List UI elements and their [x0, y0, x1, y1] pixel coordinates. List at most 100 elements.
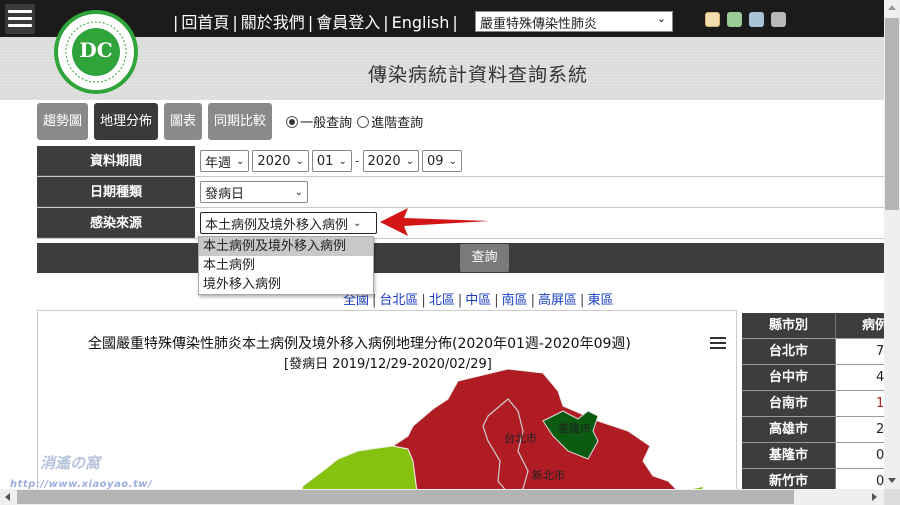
nav-english-link[interactable]: English: [392, 13, 450, 32]
table-cell-city: 高雄市: [742, 417, 836, 442]
disease-select[interactable]: 嚴重特殊傳染性肺炎 ⌄: [475, 11, 673, 32]
chevron-down-icon: ⌄: [448, 155, 457, 167]
menu-line: [8, 24, 32, 27]
table-row: 台南市 1: [742, 391, 884, 417]
end-year-select[interactable]: 2020 ⌄: [362, 150, 420, 172]
scroll-down-arrow-icon[interactable]: [888, 478, 896, 483]
watermark-logo: 消遙の窩: [40, 454, 101, 472]
watermark-url: http://www.xiaoyao.tw/: [10, 479, 153, 489]
scroll-right-arrow-icon[interactable]: [872, 493, 877, 501]
scroll-left-arrow-icon[interactable]: [5, 493, 10, 501]
period-unit-select[interactable]: 年週 ⌄: [200, 150, 250, 172]
theme-swatch-blue[interactable]: [749, 12, 764, 27]
table-cell-city: 基隆市: [742, 443, 836, 468]
theme-swatch-gray[interactable]: [771, 12, 786, 27]
vertical-scroll-thumb[interactable]: [885, 18, 899, 210]
table-cell-city: 台北市: [742, 339, 836, 364]
column-header-cases[interactable]: 病例: [836, 313, 884, 338]
source-option-imported[interactable]: 境外移入病例: [199, 275, 373, 294]
chevron-down-icon: ⌄: [295, 155, 304, 167]
date-type-select[interactable]: 發病日 ⌄: [200, 181, 308, 203]
theme-swatch-green[interactable]: [727, 12, 742, 27]
vertical-scrollbar[interactable]: [884, 0, 900, 489]
query-mode-radio-group: 一般查詢 進階查詢: [286, 112, 423, 131]
view-tabs: 趨勢圖 地理分佈 圖表 同期比較 一般查詢 進階查詢: [37, 103, 423, 140]
top-nav: | 回首頁 | 關於我們 | 會員登入 | English |: [173, 13, 458, 32]
chevron-down-icon: ⌄: [405, 155, 415, 167]
query-button[interactable]: 查詢: [460, 244, 509, 272]
table-header-row: 縣市別 病例: [742, 313, 884, 339]
map-subtitle: [發病日 2019/12/29-2020/02/29]: [284, 357, 492, 372]
chevron-down-icon: ⌄: [353, 217, 362, 229]
tab-geo-distribution[interactable]: 地理分佈: [94, 103, 159, 140]
region-link-east[interactable]: 東區: [587, 293, 613, 308]
nav-home-link[interactable]: 回首頁: [181, 13, 229, 32]
chevron-down-icon: ⌄: [656, 12, 666, 25]
table-cell-cases: 1: [836, 391, 884, 416]
start-year-select[interactable]: 2020 ⌄: [252, 150, 309, 172]
scrollbar-corner: [884, 489, 900, 505]
query-bar: 查詢: [37, 243, 884, 273]
start-week-select[interactable]: 01 ⌄: [311, 150, 352, 172]
nav-about-link[interactable]: 關於我們: [241, 13, 305, 32]
radio-advanced-query[interactable]: [357, 115, 370, 128]
site-title: 傳染病統計資料查詢系統: [368, 64, 589, 86]
region-link-national[interactable]: 全國: [343, 293, 369, 308]
radio-general-query-label[interactable]: 一般查詢: [300, 112, 352, 131]
period-dash: -: [354, 153, 360, 169]
table-row: 台中市 4: [742, 365, 884, 391]
menu-line: [8, 17, 32, 20]
tab-trend[interactable]: 趨勢圖: [37, 103, 89, 140]
source-option-all[interactable]: 本土病例及境外移入病例: [199, 237, 373, 256]
region-link-taipei[interactable]: 台北區: [379, 293, 418, 308]
map-region-taoyuan[interactable]: [298, 445, 418, 489]
red-arrow-annotation-icon: [380, 208, 490, 236]
region-link-north[interactable]: 北區: [429, 293, 455, 308]
source-label: 感染來源: [37, 208, 195, 238]
tab-chart[interactable]: 圖表: [164, 103, 203, 140]
scroll-up-arrow-icon[interactable]: [888, 5, 896, 10]
source-dropdown-list: 本土病例及境外移入病例 本土病例 境外移入病例: [198, 236, 374, 295]
cdc-logo[interactable]: DC: [54, 10, 138, 94]
theme-swatches: [705, 12, 786, 27]
table-row: 基隆市 0: [742, 443, 884, 469]
table-cell-cases: 0: [836, 443, 884, 468]
hamburger-menu-button[interactable]: [5, 4, 35, 34]
radio-advanced-query-label[interactable]: 進階查詢: [371, 112, 423, 131]
radio-general-query[interactable]: [286, 115, 299, 128]
table-cell-city: 台中市: [742, 365, 836, 390]
menu-line: [8, 10, 32, 13]
chart-menu-icon[interactable]: [710, 337, 726, 350]
date-type-label: 日期種類: [37, 177, 195, 207]
map-label-new-taipei: 新北市: [532, 468, 565, 482]
theme-swatch-beige[interactable]: [705, 12, 720, 27]
table-cell-cases: 0: [836, 469, 884, 489]
horizontal-scrollbar[interactable]: [0, 489, 884, 505]
source-option-local[interactable]: 本土病例: [199, 256, 373, 275]
region-links: 全國 | 台北區 | 北區 | 中區 | 南區 | 高屏區 | 東區: [343, 293, 614, 308]
table-row: 新竹市 0: [742, 469, 884, 489]
chevron-down-icon: ⌄: [236, 155, 245, 167]
source-select[interactable]: 本土病例及境外移入病例 ⌄: [200, 212, 377, 234]
table-row: 高雄市 2: [742, 417, 884, 443]
region-link-kaoping[interactable]: 高屏區: [538, 293, 577, 308]
period-label: 資料期間: [37, 146, 195, 176]
table-cell-cases: 4: [836, 365, 884, 390]
nav-login-link[interactable]: 會員登入: [316, 13, 380, 32]
region-link-central[interactable]: 中區: [465, 293, 491, 308]
map-label-keelung: 基隆市: [558, 421, 591, 435]
region-link-south[interactable]: 南區: [502, 293, 528, 308]
table-cell-cases: 7: [836, 339, 884, 364]
end-week-select[interactable]: 09 ⌄: [422, 150, 462, 172]
city-cases-table: 縣市別 病例 台北市 7 台中市 4 台南市 1 高雄市 2 基隆市 0 新竹市…: [742, 313, 884, 489]
chevron-down-icon: ⌄: [294, 186, 303, 198]
map-label-taipei: 台北市: [504, 431, 537, 445]
date-type-field: 發病日 ⌄: [195, 177, 884, 207]
horizontal-scroll-thumb[interactable]: [17, 490, 794, 504]
column-header-city[interactable]: 縣市別: [742, 313, 836, 338]
form-row-period: 資料期間 年週 ⌄ 2020 ⌄ 01 ⌄ - 2020 ⌄ 09 ⌄: [37, 146, 884, 177]
chevron-down-icon: ⌄: [338, 155, 347, 167]
table-cell-cases: 2: [836, 417, 884, 442]
tab-period-compare[interactable]: 同期比較: [208, 103, 273, 140]
page: | 回首頁 | 關於我們 | 會員登入 | English | 嚴重特殊傳染性肺炎 ⌄ DC 傳…: [0, 0, 884, 489]
